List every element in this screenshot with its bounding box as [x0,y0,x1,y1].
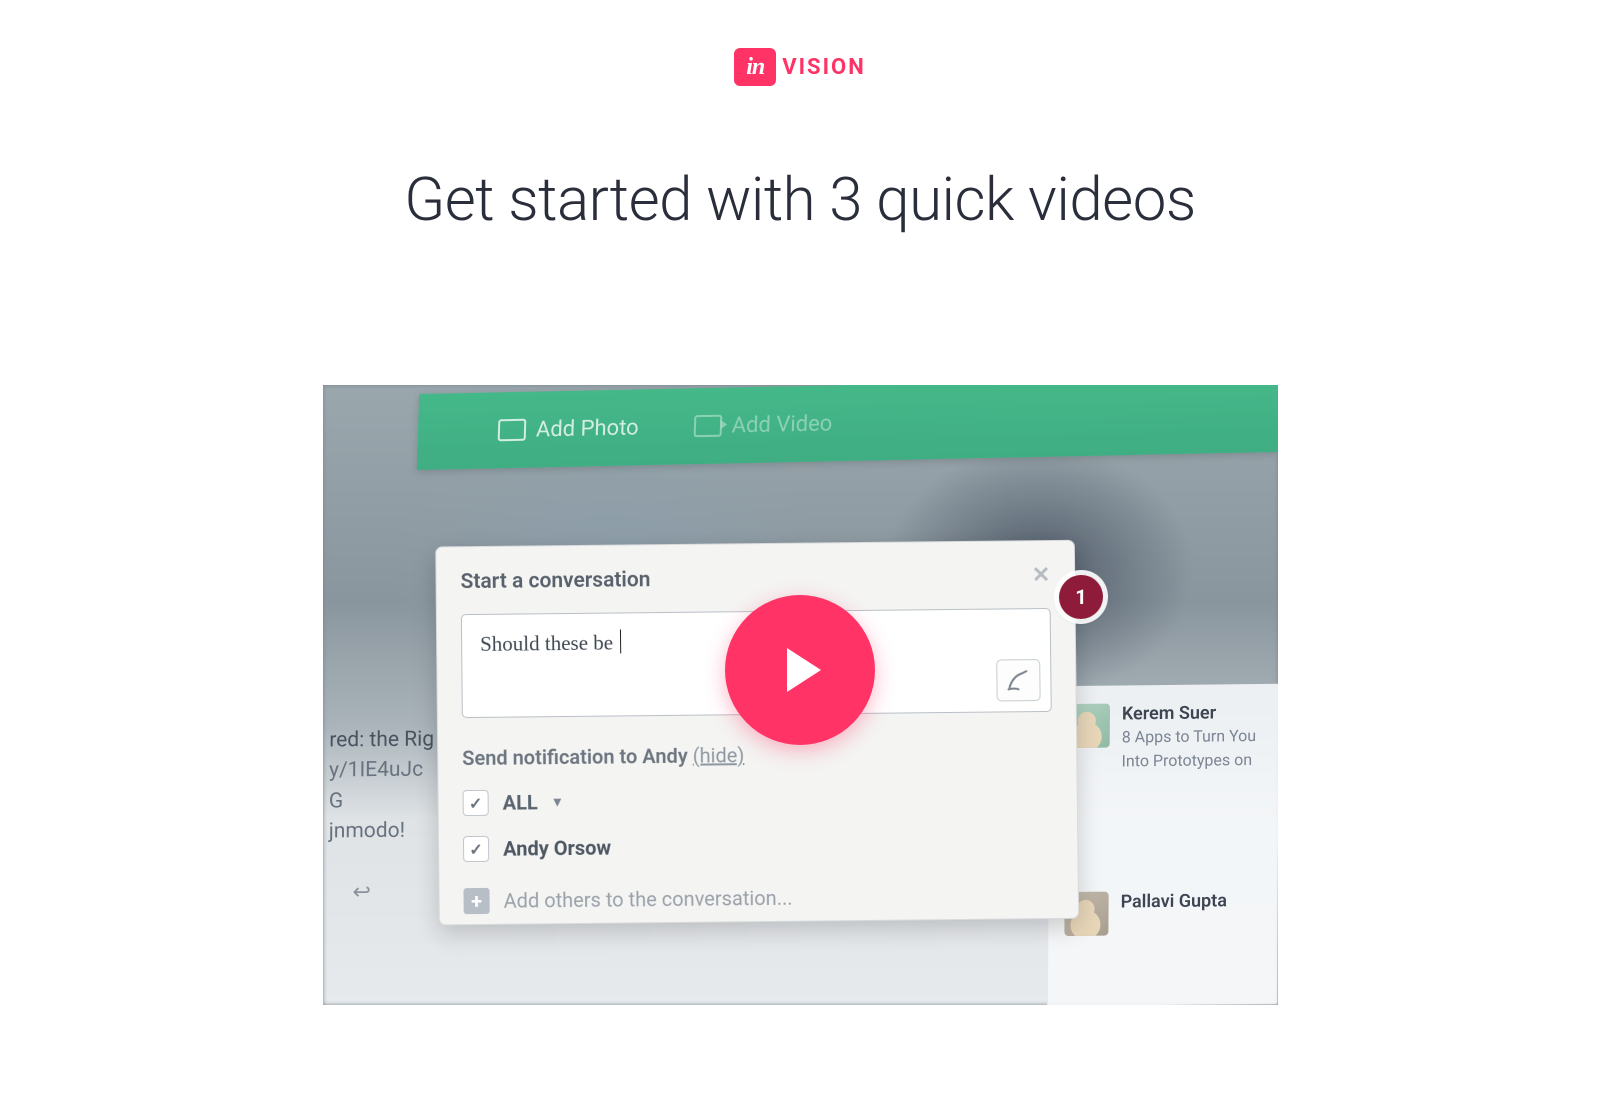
notify-line: Send notification to Andy (hide) [462,740,1052,770]
comment-input-text: Should these be [480,630,618,655]
toolbar-add-photo-label: Add Photo [535,415,638,442]
brand-logo-wordmark: VISION [782,55,865,80]
recipient-row[interactable]: ✓ Andy Orsow [462,830,1052,862]
add-others-row[interactable]: + Add others to the conversation... [463,882,1054,914]
left-cropped-text: red: the Rig y/1IE4uJc G jnmodo! [323,724,439,847]
activity-name: Kerem Suer [1121,702,1256,724]
comment-popover: Start a conversation ✕ Should these be S… [435,540,1079,926]
left-line-1: red: the Rig [329,724,439,755]
left-line-3: jnmodo! [328,816,438,847]
popover-header: Start a conversation ✕ [460,563,1050,594]
notify-text: Send notification to Andy [462,744,693,770]
plus-icon[interactable]: + [463,888,489,914]
activity-meta: Pallavi Gupta [1120,891,1227,936]
activity-desc-1: 8 Apps to Turn You [1121,725,1256,748]
toolbar-add-photo: Add Photo [497,415,638,443]
activity-desc-2: Into Prototypes on [1121,749,1256,772]
chevron-down-icon: ▾ [553,794,560,810]
toolbar-add-video: Add Video [693,411,832,439]
activity-meta: Kerem Suer 8 Apps to Turn You Into Proto… [1121,702,1256,772]
popover-title: Start a conversation [460,568,650,594]
sketch-button[interactable] [996,659,1040,701]
brand-logo-badge: in [734,48,776,86]
activity-item: Kerem Suer 8 Apps to Turn You Into Proto… [1065,702,1277,772]
reply-icon: ↩︎ [353,880,371,905]
notify-hide-link[interactable]: (hide) [692,743,744,768]
add-others-label: Add others to the conversation... [503,886,792,913]
left-line-2: y/1IE4uJc G [328,755,438,817]
close-icon[interactable]: ✕ [1031,563,1050,588]
play-button[interactable] [725,595,875,745]
recipient-all-row[interactable]: ✓ ALL ▾ [462,784,1052,816]
checkbox-checked-icon[interactable]: ✓ [462,836,488,862]
activity-column: Kerem Suer 8 Apps to Turn You Into Proto… [1046,684,1277,1005]
pencil-icon [1006,669,1030,691]
recipient-all-label: ALL [502,790,537,814]
text-caret [620,629,621,653]
page: in VISION Get started with 3 quick video… [99,0,1502,1005]
page-headline: Get started with 3 quick videos [99,164,1502,235]
video-icon [693,415,722,438]
camera-icon [497,419,526,442]
activity-item: Pallavi Gupta [1064,890,1277,936]
checkbox-checked-icon[interactable]: ✓ [462,790,488,816]
toolbar-add-video-label: Add Video [731,411,832,438]
activity-name: Pallavi Gupta [1120,891,1226,913]
brand-logo: in VISION [99,48,1502,86]
annotation-marker[interactable]: 1 [1058,575,1102,619]
recipient-name: Andy Orsow [502,836,610,861]
video-thumbnail[interactable]: Add Photo Add Video red: the Rig y/1IE4u… [323,385,1278,1005]
